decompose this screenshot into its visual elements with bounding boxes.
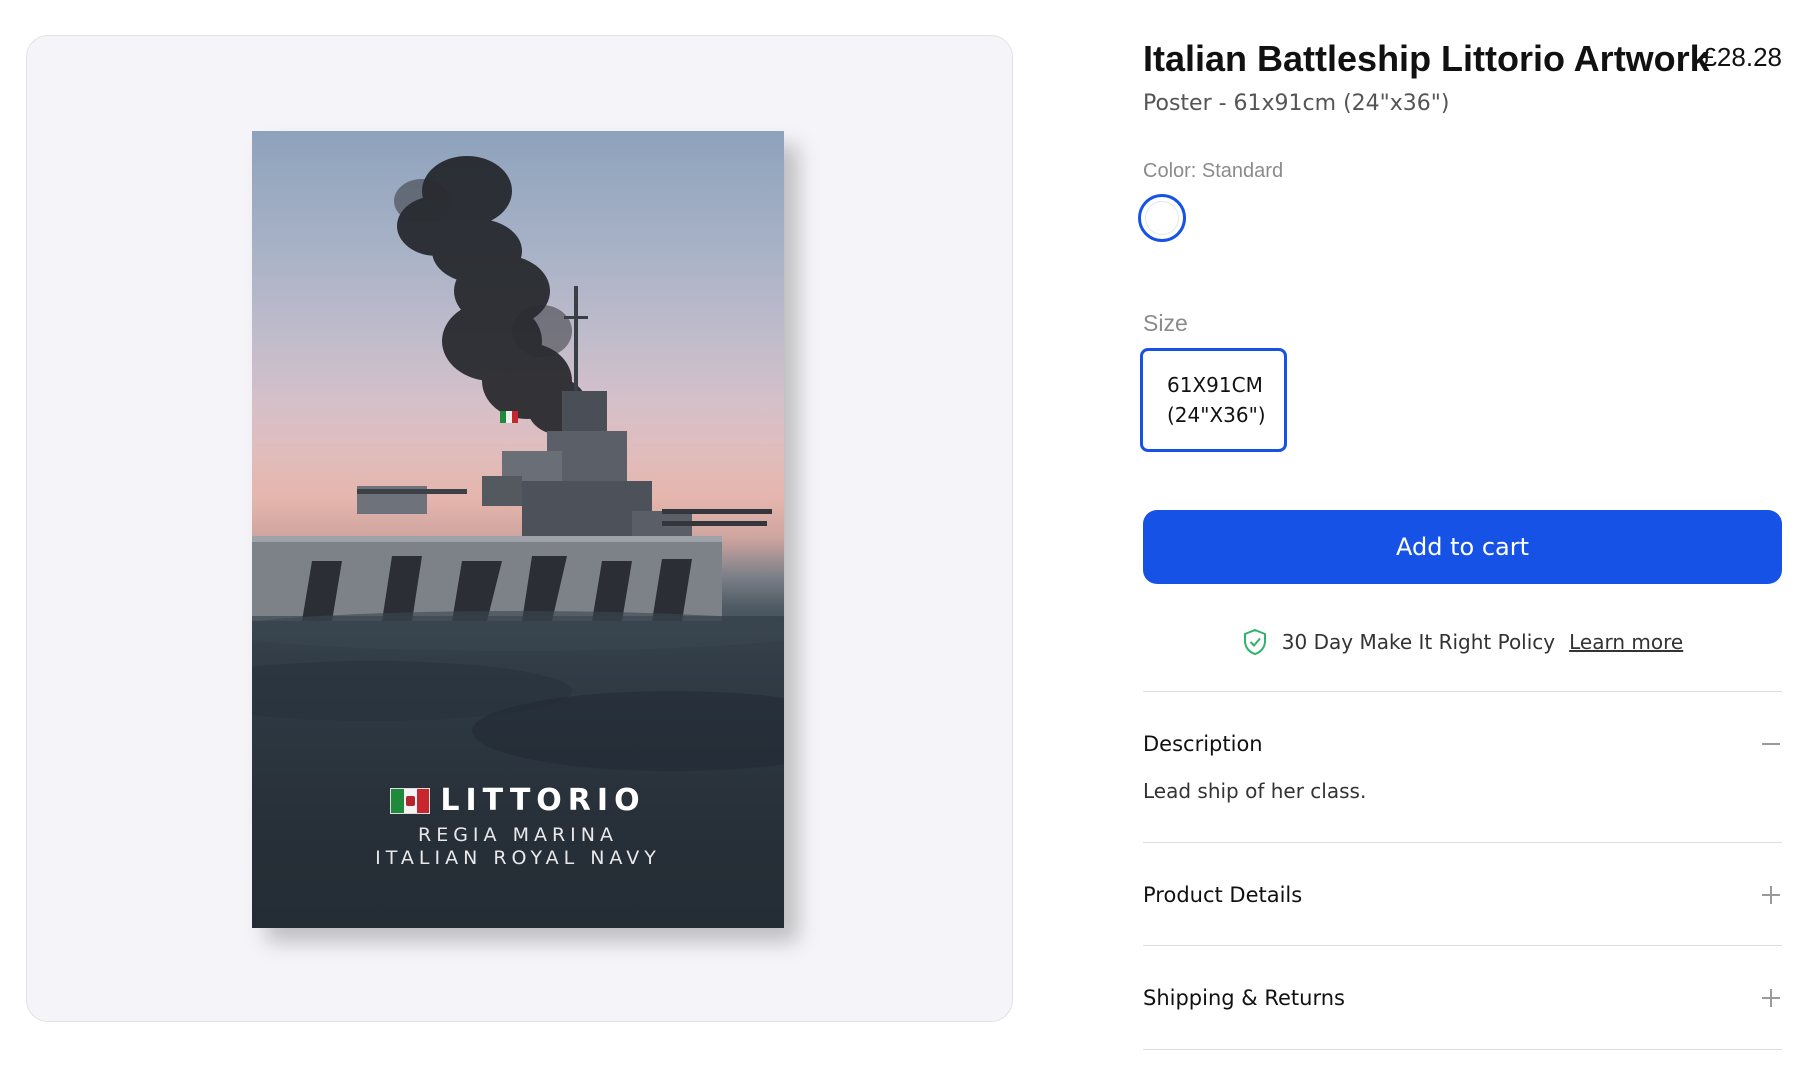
size-option-line1: 61X91CM (1167, 373, 1263, 397)
poster-image[interactable]: LITTORIO REGIA MARINA ITALIAN ROYAL NAVY (252, 131, 798, 942)
poster-title: LITTORIO (440, 783, 646, 818)
poster-artwork: LITTORIO REGIA MARINA ITALIAN ROYAL NAVY (252, 131, 784, 928)
minus-icon[interactable] (1762, 735, 1780, 753)
poster-subtitle-2: ITALIAN ROYAL NAVY (375, 847, 661, 869)
poster-title-row: LITTORIO (252, 783, 784, 818)
divider (1143, 691, 1782, 692)
product-title: Italian Battleship Littorio Artwork (1143, 38, 1710, 79)
learn-more-link[interactable]: Learn more (1569, 630, 1683, 654)
variant-summary: Poster - 61x91cm (24"x36") (1143, 91, 1450, 116)
poster-subtitle-1: REGIA MARINA (418, 824, 618, 846)
color-swatch-standard[interactable] (1138, 194, 1186, 242)
title-row: Italian Battleship Littorio Artwork £28.… (1143, 38, 1782, 83)
size-option-61x91[interactable]: 61X91CM (24"X36") (1140, 348, 1287, 452)
policy-row: 30 Day Make It Right Policy Learn more (1143, 628, 1782, 656)
product-price: £28.28 (1702, 42, 1782, 72)
shield-check-icon (1243, 628, 1266, 656)
description-body: Lead ship of her class. (1143, 779, 1367, 803)
divider (1143, 842, 1782, 843)
plus-icon[interactable] (1762, 886, 1780, 904)
italian-flag-icon (390, 787, 431, 814)
accordion-shipping-returns-title[interactable]: Shipping & Returns (1143, 986, 1345, 1010)
plus-icon[interactable] (1762, 989, 1780, 1007)
size-label: Size (1143, 310, 1188, 336)
divider (1143, 945, 1782, 946)
add-to-cart-button[interactable]: Add to cart (1143, 510, 1782, 584)
product-gallery: LITTORIO REGIA MARINA ITALIAN ROYAL NAVY (26, 35, 1013, 1022)
size-option-line2: (24"X36") (1167, 403, 1266, 427)
accordion-description-title[interactable]: Description (1143, 732, 1263, 756)
accordion-product-details-title[interactable]: Product Details (1143, 883, 1302, 907)
color-label: Color: Standard (1143, 160, 1284, 182)
policy-text: 30 Day Make It Right Policy (1281, 630, 1556, 654)
divider (1143, 1049, 1782, 1050)
